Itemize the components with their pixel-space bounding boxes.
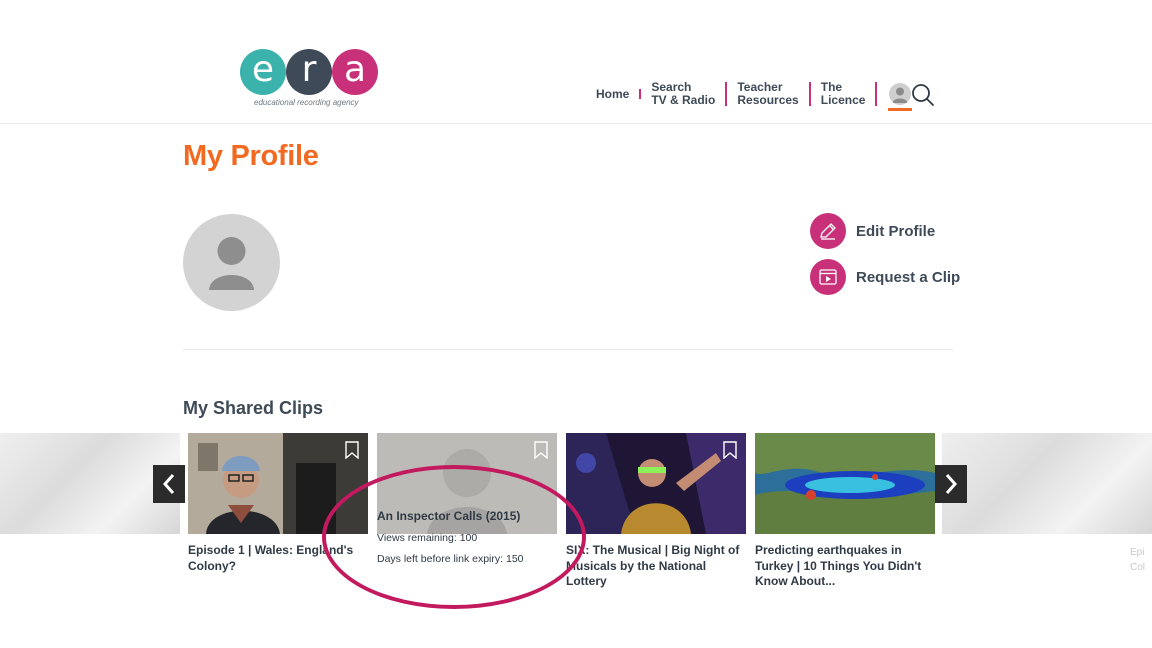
pencil-icon [810, 213, 846, 249]
carousel-prev-button[interactable] [153, 465, 185, 503]
logo-letter-r: r [286, 49, 332, 95]
section-divider [183, 349, 953, 350]
clip-title[interactable]: SIX: The Musical | Big Night of Musicals… [566, 543, 746, 590]
shared-clips-heading: My Shared Clips [183, 398, 324, 418]
carousel-next-card-image [942, 433, 1152, 534]
clip-card[interactable]: SIX: The Musical | Big Night of Musicals… [566, 433, 746, 633]
site-header: e r a educational recording agency Home … [0, 0, 1152, 124]
clip-thumbnail[interactable] [755, 433, 935, 534]
chevron-right-icon [945, 474, 958, 494]
video-player-icon [810, 259, 846, 295]
bookmark-icon[interactable] [534, 441, 548, 459]
clip-thumbnail[interactable] [566, 433, 746, 534]
bookmark-icon[interactable] [723, 441, 737, 459]
nav-home-label: Home [596, 86, 630, 101]
partial-card-title: Epi Col [1130, 545, 1145, 575]
edit-profile-label: Edit Profile [856, 222, 936, 240]
partial-title-line-2: Col [1130, 562, 1146, 573]
profile-avatar [183, 214, 280, 311]
nav-home[interactable]: Home [586, 86, 639, 101]
search-icon [912, 84, 934, 106]
era-logo[interactable]: e r a educational recording agency [240, 49, 382, 113]
highlight-annotation-ring [322, 465, 586, 609]
nav-search-label-2: TV & Radio [651, 93, 716, 107]
clip-card[interactable]: Predicting earthquakes in Turkey | 10 Th… [755, 433, 935, 633]
carousel-next-button[interactable] [935, 465, 967, 503]
nav-licence-label-1: The [820, 80, 843, 94]
nav-divider [875, 82, 878, 106]
nav-teacher-label-2: Resources [737, 93, 799, 107]
nav-teacher-label-1: Teacher [737, 80, 783, 94]
nav-teacher-resources[interactable]: Teacher Resources [727, 81, 808, 107]
logo-letter-e: e [240, 49, 286, 95]
main-nav: Home Search TV & Radio Teacher Resources… [586, 79, 921, 111]
partial-title-line-1: Epi [1130, 547, 1145, 558]
avatar-placeholder-icon [209, 237, 254, 290]
nav-licence-label-2: Licence [820, 93, 866, 107]
chevron-left-icon [162, 474, 175, 494]
request-clip-button[interactable]: Request a Clip [810, 259, 960, 295]
request-clip-label: Request a Clip [856, 268, 961, 286]
search-button[interactable] [910, 82, 936, 108]
nav-search-label-1: Search [651, 80, 692, 94]
bookmark-icon[interactable] [345, 441, 359, 459]
edit-profile-button[interactable]: Edit Profile [810, 213, 935, 249]
logo-letter-a: a [332, 49, 378, 95]
page-title: My Profile [183, 140, 319, 172]
clip-title[interactable]: Predicting earthquakes in Turkey | 10 Th… [755, 543, 935, 590]
nav-the-licence[interactable]: The Licence [811, 81, 876, 107]
nav-search-tv-radio[interactable]: Search TV & Radio [641, 81, 725, 107]
active-indicator [888, 108, 913, 111]
user-icon [889, 83, 912, 105]
logo-tagline: educational recording agency [254, 98, 359, 107]
